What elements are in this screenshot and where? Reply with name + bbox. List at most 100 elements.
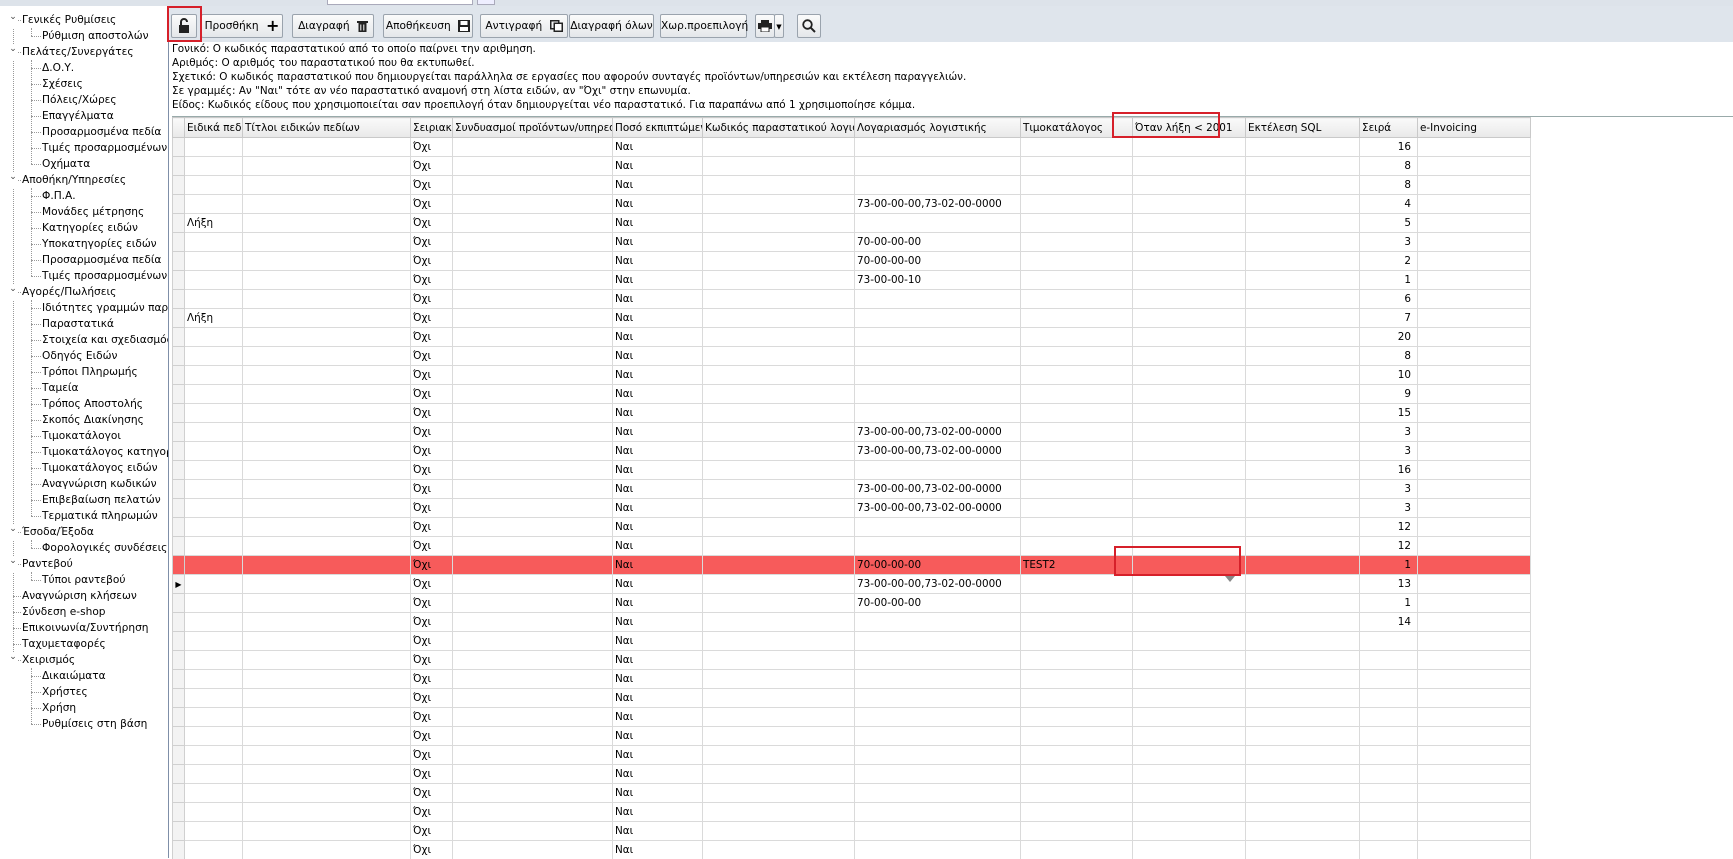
table-cell[interactable] [703, 404, 855, 423]
table-cell[interactable] [1246, 176, 1360, 195]
table-cell[interactable]: Ναι [613, 537, 703, 556]
tree-item[interactable]: Πόλεις/Χώρες [42, 92, 117, 108]
table-cell[interactable]: 73-00-00-10 [855, 271, 1021, 290]
table-row[interactable]: ΌχιΝαι [173, 841, 1531, 859]
tree-item[interactable]: Έσοδα/Έξοδα [22, 524, 94, 540]
table-cell[interactable] [1021, 803, 1133, 822]
table-cell[interactable] [1418, 271, 1531, 290]
table-cell[interactable] [185, 841, 243, 859]
row-header[interactable] [173, 480, 185, 499]
table-cell[interactable]: 1 [1360, 594, 1418, 613]
table-cell[interactable]: 14 [1360, 613, 1418, 632]
table-cell[interactable] [1133, 613, 1246, 632]
table-cell[interactable] [1246, 271, 1360, 290]
table-cell[interactable] [1021, 727, 1133, 746]
table-cell[interactable] [1133, 841, 1246, 859]
table-cell[interactable] [453, 784, 613, 803]
row-header[interactable] [173, 822, 185, 841]
table-cell[interactable] [1021, 385, 1133, 404]
table-cell[interactable] [1021, 670, 1133, 689]
table-cell[interactable]: Ναι [613, 480, 703, 499]
column-header[interactable]: Σειριακοί [411, 118, 453, 138]
table-cell[interactable]: Ναι [613, 556, 703, 575]
row-header[interactable] [173, 537, 185, 556]
table-cell[interactable]: Όχι [411, 689, 453, 708]
chevron-down-icon[interactable]: ⌄ [8, 652, 18, 668]
row-header[interactable] [173, 803, 185, 822]
chevron-down-icon[interactable]: ⌄ [8, 172, 18, 188]
table-cell[interactable] [1021, 404, 1133, 423]
tree-item[interactable]: Επιβεβαίωση πελατών [42, 492, 161, 508]
column-header[interactable]: Σειρά [1360, 118, 1418, 138]
table-cell[interactable] [855, 157, 1021, 176]
table-cell[interactable] [453, 195, 613, 214]
table-cell[interactable] [703, 499, 855, 518]
chevron-down-icon[interactable]: ⌄ [8, 12, 18, 28]
tree-item[interactable]: Στοιχεία και σχεδιασμός πα [42, 332, 168, 348]
table-cell[interactable] [1418, 803, 1531, 822]
table-cell[interactable] [1418, 347, 1531, 366]
table-cell[interactable] [1021, 651, 1133, 670]
table-cell[interactable] [855, 765, 1021, 784]
table-cell[interactable]: 73-00-00-00,73-02-00-0000 [855, 499, 1021, 518]
table-cell[interactable] [855, 803, 1021, 822]
table-cell[interactable] [1418, 138, 1531, 157]
table-row[interactable]: ▶ΌχιΝαι73-00-00-00,73-02-00-000013 [173, 575, 1531, 594]
table-cell[interactable]: Ναι [613, 499, 703, 518]
table-cell[interactable] [185, 461, 243, 480]
table-cell[interactable]: Όχι [411, 290, 453, 309]
table-cell[interactable]: 2 [1360, 252, 1418, 271]
table-row[interactable]: ΌχιΝαι [173, 822, 1531, 841]
table-cell[interactable]: 73-00-00-00,73-02-00-0000 [855, 575, 1021, 594]
table-row[interactable]: ΌχιΝαι10 [173, 366, 1531, 385]
table-cell[interactable] [185, 594, 243, 613]
table-cell[interactable] [1133, 366, 1246, 385]
table-cell[interactable] [453, 651, 613, 670]
table-cell[interactable] [243, 613, 411, 632]
table-cell[interactable] [1246, 594, 1360, 613]
table-cell[interactable] [243, 746, 411, 765]
table-cell[interactable] [1133, 423, 1246, 442]
table-cell[interactable] [243, 727, 411, 746]
table-cell[interactable] [855, 822, 1021, 841]
table-row[interactable]: ΌχιΝαι12 [173, 518, 1531, 537]
table-cell[interactable] [1360, 651, 1418, 670]
tree-item[interactable]: Πελάτες/Συνεργάτες [22, 44, 134, 60]
table-cell[interactable]: 16 [1360, 461, 1418, 480]
table-cell[interactable]: 8 [1360, 157, 1418, 176]
row-header[interactable] [173, 708, 185, 727]
table-cell[interactable] [1133, 404, 1246, 423]
table-cell[interactable] [453, 233, 613, 252]
table-cell[interactable] [185, 613, 243, 632]
table-cell[interactable] [1246, 556, 1360, 575]
table-cell[interactable] [1246, 138, 1360, 157]
table-cell[interactable] [1021, 157, 1133, 176]
table-cell[interactable]: Ναι [613, 689, 703, 708]
table-cell[interactable]: Ναι [613, 309, 703, 328]
table-cell[interactable] [185, 423, 243, 442]
tree-item[interactable]: Αναγνώριση κλήσεων [22, 588, 137, 604]
row-header[interactable] [173, 556, 185, 575]
tree-item[interactable]: Προσαρμοσμένα πεδία [42, 124, 161, 140]
table-row[interactable]: ΌχιΝαι15 [173, 404, 1531, 423]
table-cell[interactable] [855, 385, 1021, 404]
table-cell[interactable] [243, 385, 411, 404]
table-cell[interactable] [1246, 518, 1360, 537]
table-cell[interactable] [243, 347, 411, 366]
table-cell[interactable]: 7 [1360, 309, 1418, 328]
table-cell[interactable] [1246, 689, 1360, 708]
table-row[interactable]: ΌχιΝαι [173, 784, 1531, 803]
delete-all-button[interactable]: Διαγραφή όλων [569, 14, 654, 38]
table-cell[interactable] [1246, 157, 1360, 176]
table-cell[interactable] [1246, 575, 1360, 594]
table-cell[interactable]: Όχι [411, 537, 453, 556]
tree-item[interactable]: Μονάδες μέτρησης [42, 204, 144, 220]
table-cell[interactable] [185, 537, 243, 556]
table-cell[interactable] [1021, 537, 1133, 556]
table-cell[interactable]: 3 [1360, 499, 1418, 518]
table-cell[interactable] [453, 404, 613, 423]
table-cell[interactable] [1418, 461, 1531, 480]
table-cell[interactable]: Ναι [613, 613, 703, 632]
table-cell[interactable] [703, 138, 855, 157]
table-cell[interactable]: Ναι [613, 138, 703, 157]
